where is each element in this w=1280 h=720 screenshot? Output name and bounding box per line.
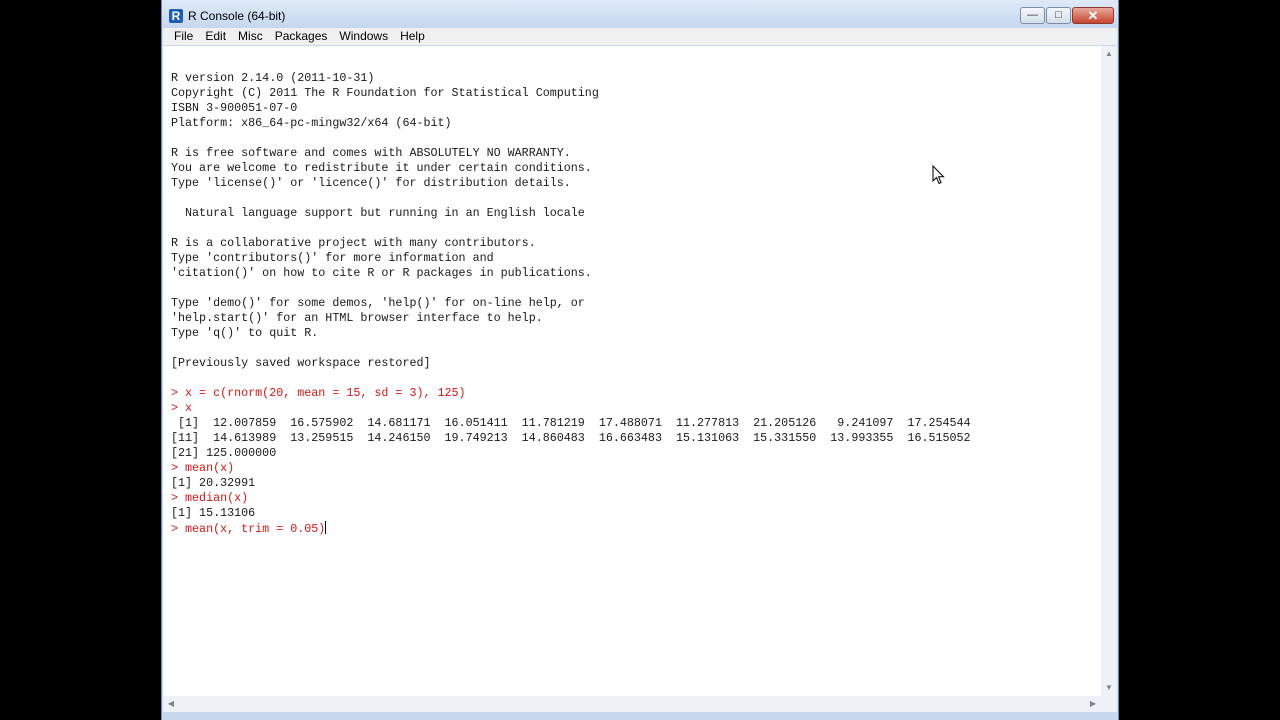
console-output-line: ISBN 3-900051-07-0 — [171, 101, 1101, 116]
console-output-line: Type 'contributors()' for more informati… — [171, 251, 1101, 266]
menu-packages[interactable]: Packages — [269, 28, 334, 45]
console-output-line: Type 'demo()' for some demos, 'help()' f… — [171, 296, 1101, 311]
console-line-text: Natural language support but running in … — [171, 206, 585, 220]
console-output-line: R is a collaborative project with many c… — [171, 236, 1101, 251]
console-line-text: [21] 125.000000 — [171, 446, 277, 460]
scroll-down-icon[interactable]: ▼ — [1101, 680, 1117, 696]
console-output-line: [1] 12.007859 16.575902 14.681171 16.051… — [171, 416, 1101, 431]
console-input-line: > mean(x) — [171, 461, 1101, 476]
console-output-line: Type 'license()' or 'licence()' for dist… — [171, 176, 1101, 191]
scroll-up-icon[interactable]: ▲ — [1101, 46, 1117, 62]
console-line-text: > mean(x, trim = 0.05) — [171, 522, 326, 536]
console-line-text: > mean(x) — [171, 461, 235, 475]
scroll-corner — [1101, 696, 1117, 712]
console-line-text: > median(x) — [171, 491, 249, 505]
console-line-text: Type 'license()' or 'licence()' for dist… — [171, 176, 571, 190]
r-app-icon: R — [169, 9, 183, 23]
menu-misc[interactable]: Misc — [232, 28, 269, 45]
console-line-text: Platform: x86_64-pc-mingw32/x64 (64-bit) — [171, 116, 452, 130]
console-line-text: You are welcome to redistribute it under… — [171, 161, 592, 175]
close-button[interactable]: ✕ — [1072, 7, 1114, 24]
menu-file[interactable]: File — [163, 28, 199, 45]
console-output-line: Type 'q()' to quit R. — [171, 326, 1101, 341]
console-line-text: [1] 12.007859 16.575902 14.681171 16.051… — [171, 416, 971, 430]
console-output-line: 'help.start()' for an HTML browser inter… — [171, 311, 1101, 326]
console-input-line: > median(x) — [171, 491, 1101, 506]
menu-bar: File Edit Misc Packages Windows Help — [163, 28, 1117, 45]
console-line-text: 'citation()' on how to cite R or R packa… — [171, 266, 592, 280]
minimize-icon: — — [1027, 9, 1038, 21]
console-line-text: Type 'demo()' for some demos, 'help()' f… — [171, 296, 585, 310]
scroll-right-icon[interactable]: ▶ — [1085, 696, 1101, 712]
console-line-text: Type 'q()' to quit R. — [171, 326, 319, 340]
maximize-button[interactable]: □ — [1046, 7, 1071, 24]
console-output-line: [11] 14.613989 13.259515 14.246150 19.74… — [171, 431, 1101, 446]
console-input-line: > mean(x, trim = 0.05) — [171, 521, 1101, 536]
console-line-text: [1] 20.32991 — [171, 476, 256, 490]
console-input-line: > x — [171, 401, 1101, 416]
maximize-icon: □ — [1055, 9, 1062, 21]
menu-help[interactable]: Help — [394, 28, 431, 45]
console-line-text: > x = c(rnorm(20, mean = 15, sd = 3), 12… — [171, 386, 466, 400]
close-icon: ✕ — [1087, 8, 1099, 23]
console-line-text: Copyright (C) 2011 The R Foundation for … — [171, 86, 599, 100]
console-line-text: Type 'contributors()' for more informati… — [171, 251, 494, 265]
text-caret — [325, 521, 327, 534]
window-title: R Console (64-bit) — [188, 9, 286, 23]
scroll-left-icon[interactable]: ◀ — [163, 696, 179, 712]
console-output[interactable]: R version 2.14.0 (2011-10-31) Copyright (… — [163, 46, 1101, 696]
console-line-text: R version 2.14.0 (2011-10-31) — [171, 71, 375, 85]
console-output-line: Platform: x86_64-pc-mingw32/x64 (64-bit) — [171, 116, 1101, 131]
console-output-line: R version 2.14.0 (2011-10-31) — [171, 71, 1101, 86]
console-line-text: R is free software and comes with ABSOLU… — [171, 146, 571, 160]
horizontal-scrollbar[interactable]: ◀ ▶ — [163, 696, 1101, 712]
console-output-line: [1] 20.32991 — [171, 476, 1101, 491]
console-output-line: R is free software and comes with ABSOLU… — [171, 146, 1101, 161]
console-input-line: > x = c(rnorm(20, mean = 15, sd = 3), 12… — [171, 386, 1101, 401]
console-line-text: ISBN 3-900051-07-0 — [171, 101, 298, 115]
console-output-line: Copyright (C) 2011 The R Foundation for … — [171, 86, 1101, 101]
vertical-scrollbar[interactable]: ▲ ▼ — [1101, 46, 1117, 696]
console-line-text: [11] 14.613989 13.259515 14.246150 19.74… — [171, 431, 971, 445]
window-controls: — □ ✕ — [1019, 7, 1114, 24]
r-console-window: R R Console (64-bit) — □ ✕ File Edit Mis… — [161, 0, 1119, 720]
console-line-text: [Previously saved workspace restored] — [171, 356, 431, 370]
console-output-line: [21] 125.000000 — [171, 446, 1101, 461]
console-line-text: > x — [171, 401, 193, 415]
mouse-pointer-icon — [932, 165, 945, 185]
console-line-text: [1] 15.13106 — [171, 506, 256, 520]
title-bar[interactable]: R R Console (64-bit) — □ ✕ — [162, 0, 1118, 29]
console-output-line: [1] 15.13106 — [171, 506, 1101, 521]
console-line-text: R is a collaborative project with many c… — [171, 236, 536, 250]
menu-edit[interactable]: Edit — [199, 28, 232, 45]
console-output-line: [Previously saved workspace restored] — [171, 356, 1101, 371]
console-output-line: Natural language support but running in … — [171, 206, 1101, 221]
console-line-text: 'help.start()' for an HTML browser inter… — [171, 311, 543, 325]
console-output-line: 'citation()' on how to cite R or R packa… — [171, 266, 1101, 281]
console-output-line: You are welcome to redistribute it under… — [171, 161, 1101, 176]
minimize-button[interactable]: — — [1020, 7, 1045, 24]
menu-windows[interactable]: Windows — [333, 28, 394, 45]
